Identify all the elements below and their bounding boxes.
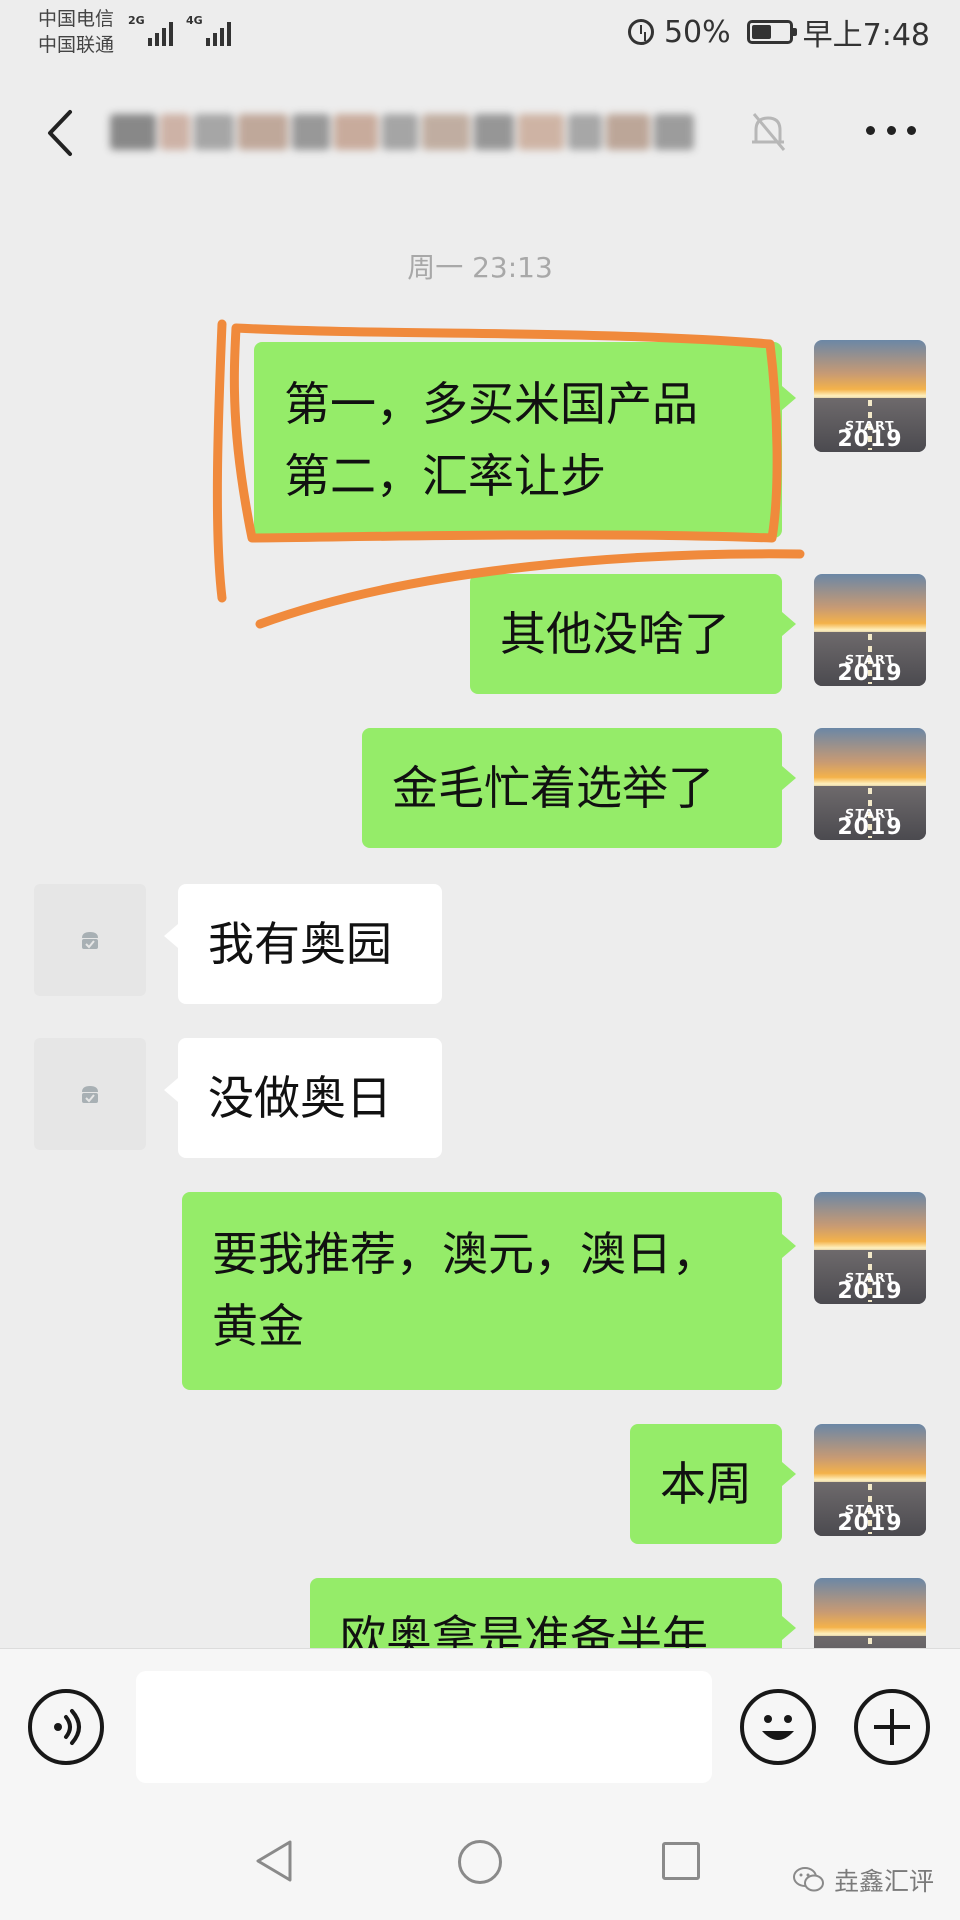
avatar-text-year: 2019 <box>837 1279 903 1304</box>
mute-icon <box>752 113 786 151</box>
message-text: 没做奥日 <box>208 1071 392 1125</box>
bubble-tail <box>164 1078 178 1102</box>
avatar-self[interactable]: START 2019 <box>814 1424 926 1536</box>
system-navigation <box>0 1800 960 1920</box>
nav-home-icon[interactable] <box>458 1840 502 1884</box>
input-bar <box>0 1648 960 1800</box>
message-text-line: 第二，汇率让步 <box>284 449 606 503</box>
bubble-tail <box>782 612 796 636</box>
message-text: 其他没啥了 <box>500 607 730 661</box>
watermark-text: 垚鑫汇评 <box>833 1867 934 1896</box>
bubble-tail <box>782 1462 796 1486</box>
message-timestamp: 周一 23:13 <box>407 251 553 284</box>
status-right: 50% 早上7:48 <box>627 12 930 53</box>
message-input[interactable] <box>136 1671 712 1783</box>
message-bubble-self[interactable]: 第一，多买米国产品 第二，汇率让步 <box>254 342 782 538</box>
clock-time: 早上7:48 <box>802 18 930 53</box>
message-bubble-self[interactable]: 本周 <box>630 1424 782 1544</box>
message-bubble-self[interactable]: 其他没啥了 <box>470 574 782 694</box>
android-icon <box>82 1086 98 1103</box>
more-icon[interactable] <box>866 126 916 138</box>
avatar-text-year: 2019 <box>837 815 903 840</box>
avatar-self[interactable]: START 2019 <box>814 1192 926 1304</box>
bubble-tail <box>782 766 796 790</box>
message-bubble-other[interactable]: 没做奥日 <box>178 1038 442 1158</box>
alarm-icon <box>627 19 654 45</box>
avatar-other[interactable] <box>34 1038 146 1150</box>
carrier-2: 中国联通 <box>38 34 115 56</box>
message-bubble-self[interactable]: 金毛忙着选举了 <box>362 728 782 848</box>
watermark: 垚鑫汇评 <box>792 1862 934 1898</box>
carrier-1: 中国电信 <box>38 8 115 30</box>
nav-recent-icon[interactable] <box>662 1842 700 1880</box>
status-bar: 中国电信 中国联通 2G 4G 50% 早上7:48 <box>0 0 960 66</box>
message-text-line: 第一，多买米国产品 <box>284 377 698 431</box>
network-type-1: 2G <box>128 14 145 27</box>
android-icon <box>82 932 98 949</box>
avatar-self[interactable]: START 2019 <box>814 1578 926 1648</box>
signal-icon <box>148 14 173 46</box>
message-text-line: 黄金 <box>212 1299 304 1353</box>
message-bubble-self[interactable]: 欧奥拿是准备半年 <box>310 1578 782 1648</box>
avatar-other[interactable] <box>34 884 146 996</box>
message-text: 本周 <box>660 1457 752 1511</box>
message-bubble-self[interactable]: 要我推荐，澳元，澳日， 黄金 <box>182 1192 782 1390</box>
avatar-self[interactable]: START 2019 <box>814 728 926 840</box>
message-text: 金毛忙着选举了 <box>392 761 714 815</box>
chat-header <box>0 66 960 200</box>
message-text: 我有奥园 <box>208 917 392 971</box>
battery-percent: 50% <box>663 14 731 50</box>
battery-icon <box>746 20 797 44</box>
network-type-2: 4G <box>186 14 203 27</box>
emoji-icon[interactable] <box>740 1689 816 1765</box>
message-text: 欧奥拿是准备半年 <box>340 1611 708 1648</box>
bubble-tail <box>782 386 796 410</box>
back-icon[interactable] <box>40 108 82 158</box>
bubble-tail <box>164 924 178 948</box>
avatar-self[interactable]: START 2019 <box>814 340 926 452</box>
plus-icon[interactable] <box>854 1689 930 1765</box>
bubble-tail <box>782 1616 796 1640</box>
avatar-text-year: 2019 <box>837 1511 903 1536</box>
nav-back-icon[interactable] <box>252 1838 296 1884</box>
signal-icon-2 <box>206 14 231 46</box>
avatar-text-year: 2019 <box>837 661 903 686</box>
avatar-text-year: 2019 <box>837 427 903 452</box>
bubble-tail <box>782 1234 796 1258</box>
chat-area[interactable]: 周一 23:13 第一，多买米国产品 第二，汇率让步 START 2019 其他… <box>0 200 960 1648</box>
avatar-self[interactable]: START 2019 <box>814 574 926 686</box>
chat-title-blurred <box>110 106 750 158</box>
message-bubble-other[interactable]: 我有奥园 <box>178 884 442 1004</box>
message-text-line: 要我推荐，澳元，澳日， <box>212 1227 718 1281</box>
wechat-logo-icon <box>792 1867 824 1892</box>
carrier-info: 中国电信 中国联通 <box>38 6 114 58</box>
voice-icon[interactable] <box>28 1689 104 1765</box>
